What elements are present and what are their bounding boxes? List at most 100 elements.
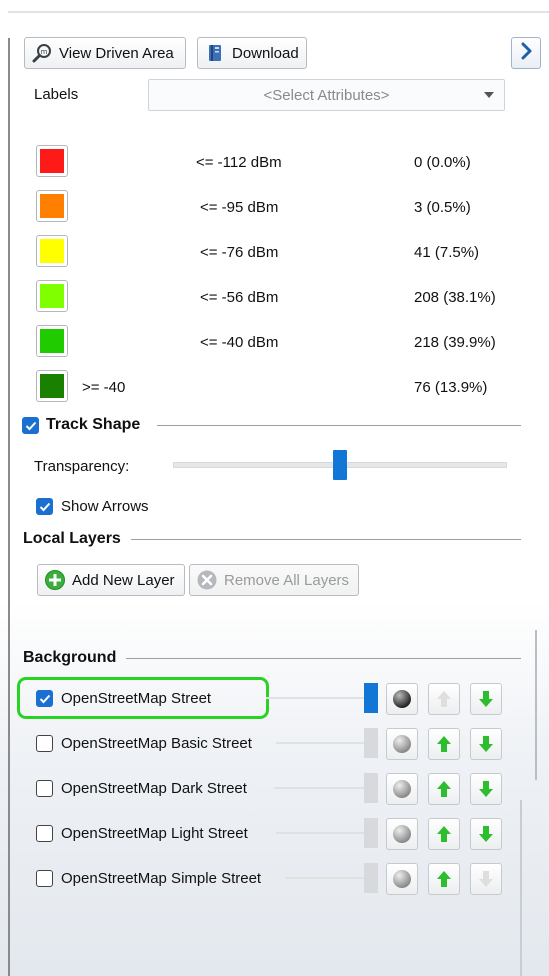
arrow-up-icon <box>437 736 451 752</box>
arrow-up-icon <box>437 781 451 797</box>
sphere-dark-icon <box>393 690 411 708</box>
move-up-button[interactable] <box>428 773 460 805</box>
layer-opacity-handle[interactable] <box>364 818 378 848</box>
swatch-fill <box>40 374 64 398</box>
legend-count: 3 (0.5%) <box>414 199 471 216</box>
layer-checkbox-openstreetmap-dark-street[interactable] <box>36 780 53 797</box>
legend-color-swatch[interactable] <box>36 370 68 402</box>
layer-opacity-handle[interactable] <box>364 773 378 803</box>
add-new-layer-button[interactable]: Add New Layer <box>37 564 185 596</box>
add-circle-icon <box>44 569 66 591</box>
checkmark-icon <box>39 694 50 703</box>
layer-opacity-handle[interactable] <box>364 863 378 893</box>
track-shape-checkbox[interactable] <box>22 417 39 434</box>
move-down-button[interactable] <box>470 818 502 850</box>
top-divider <box>8 11 549 13</box>
layer-visibility-button[interactable] <box>386 683 418 715</box>
add-new-layer-label: Add New Layer <box>72 571 175 589</box>
layer-visibility-button[interactable] <box>386 728 418 760</box>
legend-range-label: <= -76 dBm <box>200 244 279 261</box>
sphere-gray-icon <box>393 825 411 843</box>
move-up-button[interactable] <box>428 818 460 850</box>
legend-color-swatch[interactable] <box>36 235 68 267</box>
scrollbar[interactable] <box>535 630 537 780</box>
move-up-button[interactable] <box>428 683 460 715</box>
show-arrows-checkbox[interactable] <box>36 498 53 515</box>
attributes-select-placeholder: <Select Attributes> <box>263 86 390 104</box>
layer-checkbox-openstreetmap-street[interactable] <box>36 690 53 707</box>
layer-visibility-button[interactable] <box>386 773 418 805</box>
layer-checkbox-openstreetmap-light-street[interactable] <box>36 825 53 842</box>
labels-label: Labels <box>34 86 79 103</box>
transparency-slider-thumb[interactable] <box>333 450 347 480</box>
section-divider <box>131 539 521 540</box>
swatch-fill <box>40 329 64 353</box>
move-up-button[interactable] <box>428 863 460 895</box>
legend-range-label: <= -40 dBm <box>200 334 279 351</box>
legend-range-label: <= -95 dBm <box>200 199 279 216</box>
sphere-gray-icon <box>393 735 411 753</box>
local-layers-title: Local Layers <box>23 530 121 547</box>
move-down-button[interactable] <box>470 773 502 805</box>
transparency-label: Transparency: <box>34 458 130 475</box>
checkmark-icon <box>39 502 50 511</box>
remove-circle-icon <box>196 569 218 591</box>
arrow-down-icon <box>479 781 493 797</box>
right-border <box>520 800 522 976</box>
sphere-gray-icon <box>393 780 411 798</box>
layer-opacity-track[interactable] <box>276 742 364 744</box>
legend-count: 208 (38.1%) <box>414 289 496 306</box>
legend-count: 76 (13.9%) <box>414 379 488 396</box>
layer-opacity-handle[interactable] <box>364 683 378 713</box>
arrow-down-icon <box>479 736 493 752</box>
legend-range-label: <= -112 dBm <box>196 154 282 171</box>
swatch-fill <box>40 149 64 173</box>
move-down-button[interactable] <box>470 683 502 715</box>
section-divider <box>157 425 521 426</box>
remove-all-layers-label: Remove All Layers <box>224 571 350 589</box>
layer-checkbox-openstreetmap-simple-street[interactable] <box>36 870 53 887</box>
legend-count: 0 (0.0%) <box>414 154 471 171</box>
layer-opacity-track[interactable] <box>285 877 364 879</box>
arrow-up-icon <box>437 826 451 842</box>
checkmark-icon <box>25 421 36 430</box>
chevron-right-icon <box>518 42 534 64</box>
left-border <box>8 38 10 976</box>
swatch-fill <box>40 239 64 263</box>
layer-visibility-button[interactable] <box>386 818 418 850</box>
arrow-down-icon <box>479 691 493 707</box>
layer-label: OpenStreetMap Light Street <box>61 825 248 842</box>
chevron-down-icon <box>484 92 494 98</box>
attributes-select[interactable]: <Select Attributes> <box>148 79 505 111</box>
magnifier-icon: m <box>31 42 53 64</box>
layer-checkbox-openstreetmap-basic-street[interactable] <box>36 735 53 752</box>
remove-all-layers-button[interactable]: Remove All Layers <box>189 564 359 596</box>
layer-label: OpenStreetMap Simple Street <box>61 870 262 887</box>
book-download-icon <box>204 42 226 64</box>
layer-opacity-handle[interactable] <box>364 728 378 758</box>
view-driven-area-button[interactable]: m View Driven Area <box>24 37 186 69</box>
download-button[interactable]: Download <box>197 37 307 69</box>
download-label: Download <box>232 44 299 62</box>
move-down-button[interactable] <box>470 728 502 760</box>
layer-label: OpenStreetMap Basic Street <box>61 735 252 752</box>
expand-panel-button[interactable] <box>511 37 541 69</box>
legend-color-swatch[interactable] <box>36 280 68 312</box>
show-arrows-label: Show Arrows <box>61 498 149 515</box>
legend-color-swatch[interactable] <box>36 145 68 177</box>
swatch-fill <box>40 284 64 308</box>
view-driven-area-label: View Driven Area <box>59 44 174 62</box>
layer-opacity-track[interactable] <box>274 787 364 789</box>
layer-visibility-button[interactable] <box>386 863 418 895</box>
layer-label: OpenStreetMap Dark Street <box>61 780 247 797</box>
arrow-down-icon <box>479 826 493 842</box>
legend-color-swatch[interactable] <box>36 190 68 222</box>
layer-opacity-track[interactable] <box>276 832 364 834</box>
move-up-button[interactable] <box>428 728 460 760</box>
legend-count: 41 (7.5%) <box>414 244 480 261</box>
section-divider <box>126 658 521 659</box>
arrow-up-icon <box>437 871 451 887</box>
legend-color-swatch[interactable] <box>36 325 68 357</box>
move-down-button[interactable] <box>470 863 502 895</box>
layer-opacity-track[interactable] <box>266 697 364 699</box>
